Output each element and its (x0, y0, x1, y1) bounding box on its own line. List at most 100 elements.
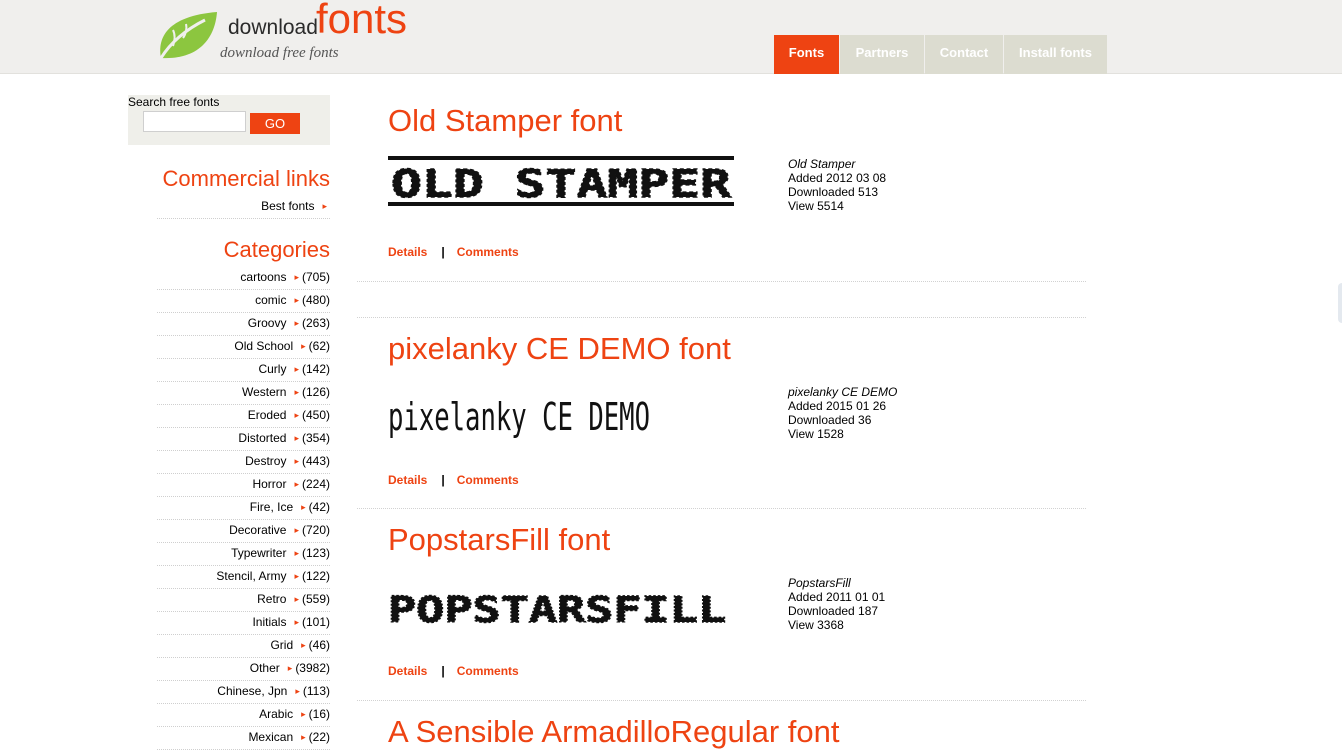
font-preview-image[interactable]: POPSTARSFILL (388, 582, 733, 632)
font-meta-views: View 5514 (788, 199, 844, 213)
link-separator: | (441, 473, 445, 487)
category-link[interactable]: Mexican (248, 730, 293, 744)
category-item: cartoons ▸ (705) (157, 267, 330, 290)
font-meta-added: Added 2015 01 26 (788, 399, 887, 413)
commercial-link-item: Best fonts ▸ (157, 196, 330, 219)
link-separator: | (441, 245, 445, 259)
font-meta: Old Stamper Added 2012 03 08 Downloaded … (788, 157, 886, 213)
details-link[interactable]: Details (388, 473, 427, 487)
comments-link[interactable]: Comments (457, 245, 519, 259)
divider (357, 281, 1086, 282)
chevron-right-icon: ▸ (294, 524, 299, 535)
category-count: (123) (301, 546, 330, 560)
chevron-right-icon: ▸ (294, 294, 299, 305)
categories-heading: Categories (223, 237, 330, 262)
chevron-right-icon: ▸ (301, 501, 306, 512)
font-meta-views: View 3368 (788, 618, 844, 632)
scroll-edge-handle[interactable] (1338, 283, 1342, 323)
divider (357, 508, 1086, 509)
font-title[interactable]: PopstarsFill font (388, 522, 610, 558)
category-link[interactable]: Horror (252, 477, 286, 491)
details-link[interactable]: Details (388, 245, 427, 259)
category-item: Arabic ▸ (16) (157, 704, 330, 727)
category-link[interactable]: Western (242, 385, 286, 399)
font-meta-added: Added 2011 01 01 (788, 590, 886, 604)
category-link[interactable]: Arabic (259, 707, 293, 721)
chevron-right-icon: ▸ (294, 271, 299, 282)
nav-fonts[interactable]: Fonts (774, 35, 839, 74)
font-title[interactable]: pixelanky CE DEMO font (388, 331, 731, 367)
nav-contact[interactable]: Contact (925, 35, 1003, 74)
category-link[interactable]: Fire, Ice (250, 500, 293, 514)
category-link[interactable]: Other (250, 661, 280, 675)
category-link[interactable]: Grid (270, 638, 293, 652)
leaf-logo-icon[interactable] (155, 8, 221, 64)
category-item: Mexican ▸ (22) (157, 727, 330, 750)
category-count: (705) (301, 270, 330, 284)
category-item: comic ▸ (480) (157, 290, 330, 313)
category-item: Curly ▸ (142) (157, 359, 330, 382)
font-preview-text: POPSTARSFILL (388, 590, 726, 631)
nav-partners[interactable]: Partners (840, 35, 924, 74)
search-go-button[interactable]: GO (250, 113, 300, 134)
font-links: Details | Comments (388, 245, 519, 259)
category-link[interactable]: Destroy (245, 454, 286, 468)
category-count: (263) (301, 316, 330, 330)
font-preview-image[interactable]: OLD STAMPER (388, 152, 738, 210)
category-count: (450) (301, 408, 330, 422)
category-link[interactable]: Retro (257, 592, 286, 606)
category-link[interactable]: Curly (258, 362, 286, 376)
category-link[interactable]: comic (255, 293, 286, 307)
category-item: Distorted ▸ (354) (157, 428, 330, 451)
chevron-right-icon: ▸ (301, 340, 306, 351)
divider (357, 700, 1086, 701)
category-link[interactable]: Chinese, Jpn (217, 684, 287, 698)
category-count: (224) (301, 477, 330, 491)
category-link[interactable]: Initials (252, 615, 286, 629)
font-preview-text: pixelanky CE DEMO (388, 395, 650, 439)
category-count: (142) (301, 362, 330, 376)
category-item: Stencil, Army ▸ (122) (157, 566, 330, 589)
category-count: (3982) (295, 661, 330, 675)
comments-link[interactable]: Comments (457, 473, 519, 487)
category-count: (113) (302, 684, 330, 698)
category-link[interactable]: Old School (234, 339, 293, 353)
comments-link[interactable]: Comments (457, 664, 519, 678)
details-link[interactable]: Details (388, 664, 427, 678)
category-count: (46) (308, 638, 330, 652)
font-preview-image[interactable]: pixelanky CE DEMO (388, 390, 658, 442)
font-links: Details | Comments (388, 664, 519, 678)
commercial-link-best-fonts[interactable]: Best fonts (261, 199, 314, 213)
font-meta: pixelanky CE DEMO Added 2015 01 26 Downl… (788, 385, 897, 441)
category-count: (101) (301, 615, 330, 629)
category-item: Retro ▸ (559) (157, 589, 330, 612)
category-link[interactable]: Groovy (248, 316, 287, 330)
category-count: (16) (308, 707, 330, 721)
chevron-right-icon: ▸ (294, 616, 299, 627)
font-preview-text: OLD STAMPER (391, 162, 731, 206)
chevron-right-icon: ▸ (322, 200, 327, 211)
link-separator: | (441, 664, 445, 678)
category-link[interactable]: Decorative (229, 523, 286, 537)
font-meta-downloaded: Downloaded 513 (788, 185, 879, 199)
category-link[interactable]: Eroded (248, 408, 287, 422)
category-item: Western ▸ (126) (157, 382, 330, 405)
chevron-right-icon: ▸ (294, 317, 299, 328)
font-title[interactable]: Old Stamper font (388, 103, 622, 139)
divider (357, 317, 1086, 318)
category-item: Horror ▸ (224) (157, 474, 330, 497)
category-link[interactable]: Stencil, Army (216, 569, 286, 583)
category-link[interactable]: Typewriter (231, 546, 286, 560)
category-item: Chinese, Jpn ▸ (113) (157, 681, 330, 704)
chevron-right-icon: ▸ (294, 593, 299, 604)
category-link[interactable]: Distorted (238, 431, 286, 445)
font-title[interactable]: A Sensible ArmadilloRegular font (388, 714, 839, 750)
main-nav: Fonts Partners Contact Install fonts (774, 35, 1108, 74)
search-input[interactable] (143, 111, 246, 132)
nav-install-fonts[interactable]: Install fonts (1004, 35, 1107, 74)
chevron-right-icon: ▸ (294, 386, 299, 397)
category-count: (122) (301, 569, 330, 583)
category-count: (480) (301, 293, 330, 307)
commercial-links-heading: Commercial links (162, 166, 330, 191)
category-link[interactable]: cartoons (240, 270, 286, 284)
